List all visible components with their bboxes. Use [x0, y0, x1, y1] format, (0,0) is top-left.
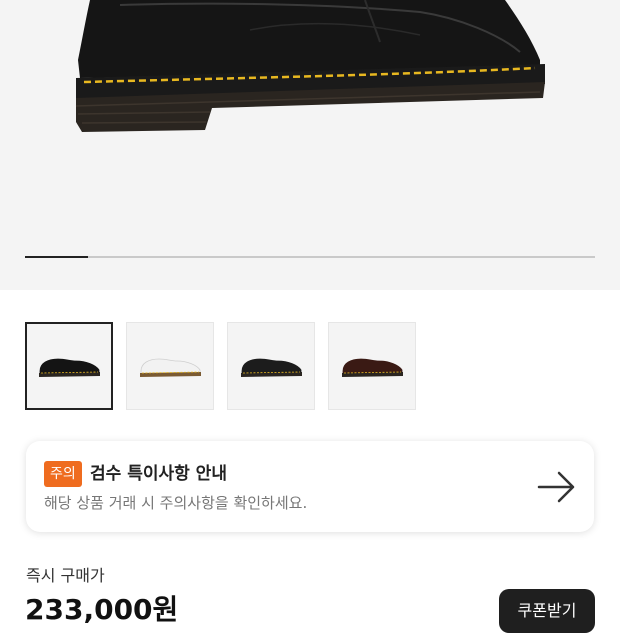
- inspection-notice-card[interactable]: 주의 검수 특이사항 안내 해당 상품 거래 시 주의사항을 확인하세요.: [26, 441, 594, 532]
- notice-description: 해당 상품 거래 시 주의사항을 확인하세요.: [44, 494, 308, 512]
- coupon-button[interactable]: 쿠폰받기: [499, 589, 595, 633]
- thumbnail-3[interactable]: [227, 322, 315, 410]
- thumbnail-list: [25, 322, 416, 410]
- shoe-thumbnail-image: [342, 358, 403, 377]
- shoe-image: [75, 0, 545, 132]
- thumbnail-4[interactable]: [328, 322, 416, 410]
- arrow-right-icon[interactable]: [536, 467, 578, 507]
- thumbnail-2[interactable]: [126, 322, 214, 410]
- gallery-progress-track: [25, 256, 595, 258]
- shoe-thumbnail-image: [241, 358, 302, 377]
- shoe-thumbnail-image: [140, 358, 201, 377]
- product-image-gallery[interactable]: [0, 0, 620, 290]
- price-label: 즉시 구매가: [26, 566, 105, 585]
- caution-badge: 주의: [44, 461, 82, 487]
- price-value: 233,000원: [25, 593, 179, 626]
- thumbnail-1[interactable]: [25, 322, 113, 410]
- notice-title: 검수 특이사항 안내: [90, 464, 227, 484]
- gallery-progress-fill: [25, 256, 88, 258]
- shoe-thumbnail-image: [39, 358, 100, 377]
